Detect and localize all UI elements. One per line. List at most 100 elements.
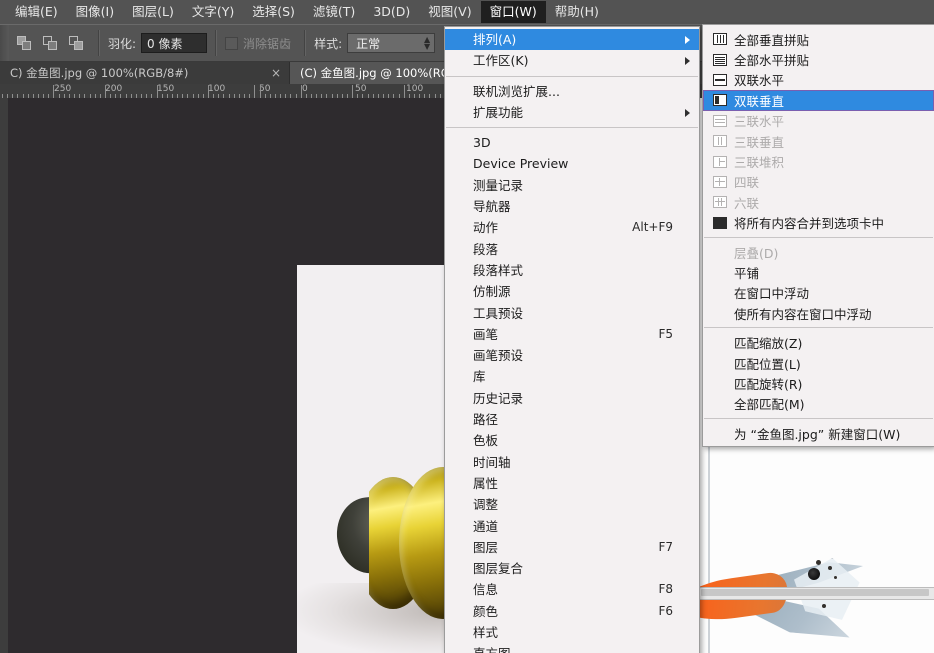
menu-3[interactable]: 图层(L) bbox=[123, 1, 183, 23]
window-menu-item-6[interactable]: Device Preview bbox=[445, 153, 699, 174]
menu-item-shortcut: F7 bbox=[658, 537, 673, 558]
arrange-item-label: 全部匹配(M) bbox=[734, 394, 805, 413]
submenu-separator bbox=[704, 327, 933, 328]
style-label: 样式: bbox=[314, 35, 342, 52]
feather-label: 羽化: bbox=[108, 35, 136, 52]
window-menu-item-15[interactable]: 画笔预设 bbox=[445, 345, 699, 366]
window-menu-item-9[interactable]: 动作Alt+F9 bbox=[445, 217, 699, 238]
document-tab-title: C) 金鱼图.jpg @ 100%(RGB/8#) bbox=[10, 65, 261, 81]
window-menu-item-2[interactable]: 工作区(K) bbox=[445, 50, 699, 71]
menu-1[interactable]: 编辑(E) bbox=[6, 1, 67, 23]
arrange-item-10[interactable]: 将所有内容合并到选项卡中 bbox=[703, 213, 934, 233]
window-menu-item-23[interactable]: 通道 bbox=[445, 516, 699, 537]
window-menu-item-28[interactable]: 样式 bbox=[445, 622, 699, 643]
menu-item-label: 排列(A) bbox=[473, 29, 516, 50]
submenu-arrow-icon bbox=[685, 109, 690, 117]
scrollbar-thumb[interactable] bbox=[701, 589, 929, 596]
new-selection-icon[interactable] bbox=[14, 32, 36, 54]
window-menu-item-24[interactable]: 图层F7 bbox=[445, 537, 699, 558]
arrange-item-1[interactable]: 全部垂直拼贴 bbox=[703, 29, 934, 49]
arrange-item-19[interactable]: 为 “金鱼图.jpg” 新建窗口(W) bbox=[703, 423, 934, 443]
menu-item-label: 测量记录 bbox=[473, 175, 523, 196]
chevron-updown-icon: ▲▼ bbox=[424, 36, 430, 50]
ruler-label: 150 bbox=[157, 84, 174, 94]
ruler-label: 250 bbox=[54, 84, 71, 94]
arrange-item-16[interactable]: 匹配位置(L) bbox=[703, 353, 934, 373]
window-menu-item-22[interactable]: 调整 bbox=[445, 494, 699, 515]
window-menu-item-3[interactable]: 联机浏览扩展... bbox=[445, 81, 699, 102]
arrange-item-4[interactable]: 双联垂直 bbox=[703, 90, 934, 110]
arrange-item-label: 匹配缩放(Z) bbox=[734, 333, 802, 352]
window-menu-item-17[interactable]: 历史记录 bbox=[445, 388, 699, 409]
options-bar-drag-handle[interactable] bbox=[0, 25, 9, 61]
menu-9[interactable]: 窗口(W) bbox=[481, 1, 546, 23]
ruler-label: 100 bbox=[406, 84, 423, 94]
menu-separator bbox=[446, 127, 698, 128]
fish-spot bbox=[834, 576, 837, 579]
two-up-horizontal-icon bbox=[713, 74, 727, 86]
window-menu-item-25[interactable]: 图层复合 bbox=[445, 558, 699, 579]
window-menu-item-4[interactable]: 扩展功能 bbox=[445, 102, 699, 123]
menu-2[interactable]: 图像(I) bbox=[67, 1, 123, 23]
window-menu-item-1[interactable]: 排列(A) bbox=[445, 29, 699, 50]
menu-8[interactable]: 视图(V) bbox=[419, 1, 480, 23]
menu-item-label: 库 bbox=[473, 366, 486, 387]
arrange-item-12[interactable]: 平铺 bbox=[703, 262, 934, 282]
menu-item-label: 时间轴 bbox=[473, 452, 511, 473]
window-menu-item-10[interactable]: 段落 bbox=[445, 239, 699, 260]
fish-spot bbox=[828, 566, 832, 570]
intersect-selection-icon[interactable] bbox=[66, 32, 88, 54]
menu-separator bbox=[446, 76, 698, 77]
window-menu-item-26[interactable]: 信息F8 bbox=[445, 579, 699, 600]
arrange-item-6: 三联垂直 bbox=[703, 131, 934, 151]
window-menu-item-29[interactable]: 直方图 bbox=[445, 643, 699, 653]
ruler-tick bbox=[352, 85, 353, 98]
arrange-item-3[interactable]: 双联水平 bbox=[703, 70, 934, 90]
document-tab-1[interactable]: C) 金鱼图.jpg @ 100%(RGB/8#) × bbox=[0, 62, 290, 84]
fish-eye bbox=[808, 568, 820, 580]
window-menu-item-16[interactable]: 库 bbox=[445, 366, 699, 387]
window-menu-item-14[interactable]: 画笔F5 bbox=[445, 324, 699, 345]
arrange-item-17[interactable]: 匹配旋转(R) bbox=[703, 373, 934, 393]
window-menu-item-8[interactable]: 导航器 bbox=[445, 196, 699, 217]
arrange-item-18[interactable]: 全部匹配(M) bbox=[703, 394, 934, 414]
menu-7[interactable]: 3D(D) bbox=[364, 1, 419, 23]
window-menu-item-21[interactable]: 属性 bbox=[445, 473, 699, 494]
antialias-checkbox[interactable] bbox=[225, 37, 238, 50]
arrange-item-label: 双联水平 bbox=[734, 70, 784, 89]
arrange-item-13[interactable]: 在窗口中浮动 bbox=[703, 283, 934, 303]
ruler-tick bbox=[404, 85, 405, 98]
arrange-item-label: 为 “金鱼图.jpg” 新建窗口(W) bbox=[734, 424, 900, 443]
window-menu-item-5[interactable]: 3D bbox=[445, 132, 699, 153]
menu-item-label: 信息 bbox=[473, 579, 498, 600]
feather-input[interactable]: 0 像素 bbox=[141, 33, 207, 53]
arrange-item-14[interactable]: 使所有内容在窗口中浮动 bbox=[703, 303, 934, 323]
menu-5[interactable]: 选择(S) bbox=[243, 1, 304, 23]
arrange-item-15[interactable]: 匹配缩放(Z) bbox=[703, 332, 934, 352]
window-menu-item-20[interactable]: 时间轴 bbox=[445, 452, 699, 473]
arrange-item-2[interactable]: 全部水平拼贴 bbox=[703, 49, 934, 69]
two-up-vertical-icon bbox=[713, 94, 727, 106]
vertical-ruler[interactable] bbox=[0, 98, 8, 653]
window-menu-item-7[interactable]: 测量记录 bbox=[445, 175, 699, 196]
arrange-item-label: 六联 bbox=[734, 193, 759, 212]
arrange-item-label: 平铺 bbox=[734, 263, 759, 282]
ruler-tick bbox=[260, 85, 261, 98]
arrange-item-label: 四联 bbox=[734, 172, 759, 191]
window-menu-item-12[interactable]: 仿制源 bbox=[445, 281, 699, 302]
arrange-submenu: 全部垂直拼贴全部水平拼贴双联水平双联垂直三联水平三联垂直三联堆积四联六联将所有内… bbox=[702, 24, 934, 447]
window-menu-item-13[interactable]: 工具预设 bbox=[445, 303, 699, 324]
horizontal-scrollbar[interactable] bbox=[700, 587, 934, 600]
window-menu-item-27[interactable]: 颜色F6 bbox=[445, 601, 699, 622]
window-menu-item-19[interactable]: 色板 bbox=[445, 430, 699, 451]
menu-6[interactable]: 滤镜(T) bbox=[304, 1, 364, 23]
menu-10[interactable]: 帮助(H) bbox=[546, 1, 608, 23]
add-to-selection-icon[interactable] bbox=[40, 32, 62, 54]
arrange-item-9: 六联 bbox=[703, 192, 934, 212]
style-select[interactable]: 正常 ▲▼ bbox=[347, 33, 435, 53]
window-menu-item-18[interactable]: 路径 bbox=[445, 409, 699, 430]
arrange-item-label: 双联垂直 bbox=[734, 91, 784, 110]
close-icon[interactable]: × bbox=[271, 68, 281, 78]
window-menu-item-11[interactable]: 段落样式 bbox=[445, 260, 699, 281]
menu-4[interactable]: 文字(Y) bbox=[183, 1, 243, 23]
